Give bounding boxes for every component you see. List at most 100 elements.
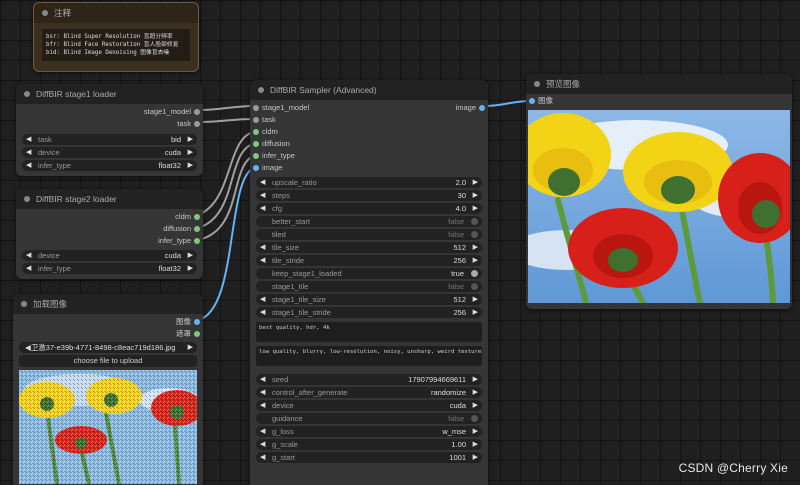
output-cldm[interactable]: cldm	[16, 211, 203, 223]
collapse-dot-icon[interactable]	[21, 301, 27, 307]
choose-file-button[interactable]: choose file to upload	[19, 355, 197, 367]
output-diffusion[interactable]: diffusion	[16, 223, 203, 235]
arrow-right-icon[interactable]: ▶	[188, 263, 193, 274]
image-file-combo[interactable]: ◀卫激37-e39b-4771-8498-c8eac719d186.jpg ▶	[19, 342, 197, 353]
arrow-left-icon[interactable]: ◀	[260, 452, 265, 463]
arrow-right-icon[interactable]: ▶	[473, 374, 478, 385]
widget-control-after-generate[interactable]: ◀ control_after_generate randomize ▶	[256, 387, 482, 398]
widget-task[interactable]: ◀ task bid ▶	[22, 134, 197, 145]
negative-prompt-field[interactable]: low quality, blurry, low-resolution, noi…	[256, 346, 482, 366]
toggle-knob-icon[interactable]	[471, 283, 478, 290]
stage2-title-bar[interactable]: DiffBIR stage2 loader	[16, 189, 203, 209]
arrow-right-icon[interactable]: ▶	[188, 160, 193, 171]
widget-better-start[interactable]: better_start false	[256, 216, 482, 227]
input-diffusion[interactable]: diffusion	[250, 138, 488, 150]
widget-tiled[interactable]: tiled false	[256, 229, 482, 240]
preview-title-bar[interactable]: 预览图像	[526, 74, 792, 94]
arrow-left-icon[interactable]: ◀	[260, 426, 265, 437]
input-infer-type[interactable]: infer_type	[250, 150, 488, 162]
arrow-left-icon[interactable]: ◀	[260, 255, 265, 266]
stage2-loader-node[interactable]: DiffBIR stage2 loader cldm diffusion inf…	[16, 189, 203, 279]
output-stage1-model[interactable]: stage1_model	[16, 106, 203, 118]
widget-stage1-tile-stride[interactable]: ◀ stage1_tile_stride 256 ▶	[256, 307, 482, 318]
arrow-left-icon[interactable]: ◀	[26, 263, 31, 274]
arrow-left-icon[interactable]: ◀	[26, 147, 31, 158]
arrow-right-icon[interactable]: ▶	[473, 203, 478, 214]
input-cldm[interactable]: cldm	[250, 126, 488, 138]
arrow-left-icon[interactable]: ◀	[260, 387, 265, 398]
widget-guidance[interactable]: guidance false	[256, 413, 482, 424]
collapse-dot-icon[interactable]	[24, 196, 30, 202]
widget-keep-stage1-loaded[interactable]: keep_stage1_loaded true	[256, 268, 482, 279]
widget-infer-type[interactable]: ◀ infer_type float32 ▶	[22, 263, 197, 274]
toggle-knob-icon[interactable]	[471, 231, 478, 238]
arrow-left-icon[interactable]: ◀	[260, 400, 265, 411]
collapse-dot-icon[interactable]	[258, 87, 264, 93]
stage1-title-bar[interactable]: DiffBIR stage1 loader	[16, 84, 203, 104]
stage1-loader-node[interactable]: DiffBIR stage1 loader stage1_model task …	[16, 84, 203, 176]
arrow-right-icon[interactable]: ▶	[473, 387, 478, 398]
note-title-bar[interactable]: 注释	[34, 3, 198, 23]
arrow-left-icon[interactable]: ◀	[260, 190, 265, 201]
widget-device[interactable]: ◀ device cuda ▶	[256, 400, 482, 411]
widget-steps[interactable]: ◀ steps 30 ▶	[256, 190, 482, 201]
widget-g-loss[interactable]: ◀ g_loss w_mse ▶	[256, 426, 482, 437]
widget-cfg[interactable]: ◀ cfg 4.0 ▶	[256, 203, 482, 214]
arrow-right-icon[interactable]: ▶	[473, 190, 478, 201]
arrow-left-icon[interactable]: ◀	[26, 160, 31, 171]
arrow-right-icon[interactable]: ▶	[188, 342, 193, 353]
arrow-left-icon[interactable]: ◀	[260, 294, 265, 305]
arrow-right-icon[interactable]: ▶	[473, 177, 478, 188]
widget-device[interactable]: ◀ device cuda ▶	[22, 147, 197, 158]
arrow-left-icon[interactable]: ◀	[260, 439, 265, 450]
widget-tile-stride[interactable]: ◀ tile_stride 256 ▶	[256, 255, 482, 266]
sampler-node[interactable]: DiffBIR Sampler (Advanced) image stage1_…	[250, 80, 488, 485]
output-image[interactable]: 图像	[13, 316, 203, 328]
widget-infer-type[interactable]: ◀ infer_type float32 ▶	[22, 160, 197, 171]
sampler-title-bar[interactable]: DiffBIR Sampler (Advanced)	[250, 80, 488, 100]
collapse-dot-icon[interactable]	[24, 91, 30, 97]
arrow-left-icon[interactable]: ◀	[26, 134, 31, 145]
note-node[interactable]: 注释 bsr: Blind Super Resolution 盲超分辨率 bfr…	[33, 2, 199, 72]
input-image[interactable]: 图像	[526, 95, 792, 107]
arrow-right-icon[interactable]: ▶	[473, 307, 478, 318]
arrow-right-icon[interactable]: ▶	[473, 452, 478, 463]
output-task[interactable]: task	[16, 118, 203, 130]
toggle-knob-icon[interactable]	[471, 218, 478, 225]
toggle-knob-icon[interactable]	[471, 415, 478, 422]
widget-g-start[interactable]: ◀ g_start 1001 ▶	[256, 452, 482, 463]
output-infer-type[interactable]: infer_type	[16, 235, 203, 247]
positive-prompt-field[interactable]: best quality, hdr, 4k	[256, 322, 482, 342]
toggle-knob-icon[interactable]	[471, 270, 478, 277]
arrow-right-icon[interactable]: ▶	[473, 400, 478, 411]
widget-stage1-tile[interactable]: stage1_tile false	[256, 281, 482, 292]
arrow-right-icon[interactable]: ▶	[188, 134, 193, 145]
widget-device[interactable]: ◀ device cuda ▶	[22, 250, 197, 261]
widget-upscale-ratio[interactable]: ◀ upscale_ratio 2.0 ▶	[256, 177, 482, 188]
collapse-dot-icon[interactable]	[534, 81, 540, 87]
widget-stage1-tile-size[interactable]: ◀ stage1_tile_size 512 ▶	[256, 294, 482, 305]
widget-seed[interactable]: ◀ seed 17907994669611 ▶	[256, 374, 482, 385]
arrow-left-icon[interactable]: ◀	[260, 242, 265, 253]
arrow-right-icon[interactable]: ▶	[188, 250, 193, 261]
arrow-left-icon[interactable]: ◀	[260, 177, 265, 188]
input-task[interactable]: task	[250, 114, 488, 126]
arrow-left-icon[interactable]: ◀	[260, 374, 265, 385]
load-image-node[interactable]: 加载图像 图像 遮罩 ◀卫激37-e39b-4771-8498-c8eac719…	[13, 294, 203, 485]
input-stage1-model[interactable]: stage1_model	[250, 102, 488, 114]
arrow-right-icon[interactable]: ▶	[473, 426, 478, 437]
arrow-right-icon[interactable]: ▶	[188, 147, 193, 158]
arrow-right-icon[interactable]: ▶	[473, 242, 478, 253]
arrow-left-icon[interactable]: ◀	[260, 203, 265, 214]
arrow-right-icon[interactable]: ▶	[473, 439, 478, 450]
widget-tile-size[interactable]: ◀ tile_size 512 ▶	[256, 242, 482, 253]
collapse-dot-icon[interactable]	[42, 10, 48, 16]
arrow-right-icon[interactable]: ▶	[473, 294, 478, 305]
output-mask[interactable]: 遮罩	[13, 328, 203, 340]
arrow-left-icon[interactable]: ◀	[26, 250, 31, 261]
arrow-right-icon[interactable]: ▶	[473, 255, 478, 266]
arrow-left-icon[interactable]: ◀	[260, 307, 265, 318]
load-image-title-bar[interactable]: 加载图像	[13, 294, 203, 314]
input-image[interactable]: image	[250, 162, 488, 174]
widget-g-scale[interactable]: ◀ g_scale 1.00 ▶	[256, 439, 482, 450]
